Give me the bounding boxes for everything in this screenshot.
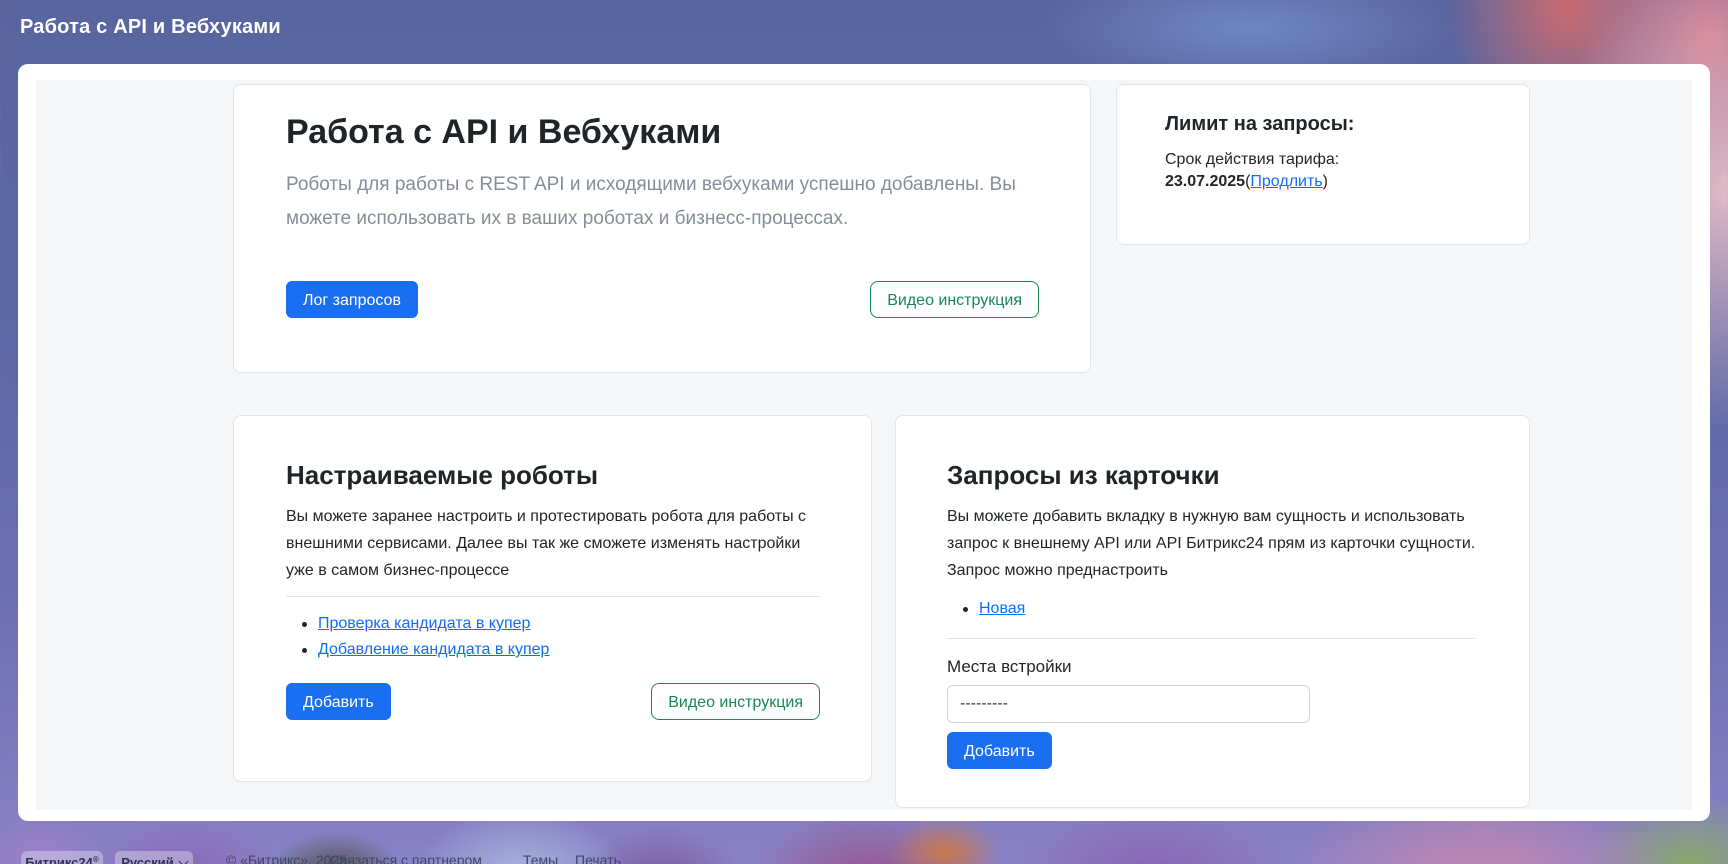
bullet-icon	[302, 648, 307, 653]
tariff-expiry-date: 23.07.2025	[1165, 173, 1245, 190]
embed-places-select-value: ---------	[960, 695, 1008, 712]
request-log-button[interactable]: Лог запросов	[286, 281, 418, 318]
paren-close: )	[1323, 173, 1328, 190]
hero-button-row: Лог запросов Видео инструкция	[286, 281, 1039, 318]
page-title: Работа с API и Вебхуками	[20, 16, 281, 39]
robots-button-row: Добавить Видео инструкция	[286, 683, 820, 720]
limit-card: Лимит на запросы: Срок действия тарифа: …	[1116, 84, 1530, 245]
bullet-icon	[963, 607, 968, 612]
themes-link[interactable]: Темы	[523, 852, 558, 864]
robots-description: Вы можете заранее настроить и протестиро…	[286, 503, 820, 584]
limit-card-title: Лимит на запросы:	[1165, 113, 1499, 136]
copyright-text: © «Битрикс», 2025	[226, 852, 347, 864]
registered-mark: ®	[93, 855, 99, 864]
bullet-icon	[302, 622, 307, 627]
robots-add-button[interactable]: Добавить	[286, 683, 391, 720]
robot-link-check-candidate[interactable]: Проверка кандидата в купер	[318, 615, 530, 633]
video-instruction-button[interactable]: Видео инструкция	[870, 281, 1039, 318]
requests-add-button[interactable]: Добавить	[947, 732, 1052, 769]
language-label: Русский	[121, 855, 174, 864]
robots-card: Настраиваемые роботы Вы можете заранее н…	[233, 415, 872, 782]
request-link-new[interactable]: Новая	[979, 600, 1025, 618]
robots-description-line: внешними сервисами. Далее вы так же смож…	[286, 530, 820, 557]
hero-description-line: можете использовать их в ваших роботах и…	[286, 202, 1038, 236]
list-item: Добавление кандидата в купер	[286, 637, 820, 663]
embed-places-select[interactable]: ---------	[947, 685, 1310, 723]
requests-description: Вы можете добавить вкладку в нужную вам …	[947, 503, 1475, 584]
video-instruction-button[interactable]: Видео инструкция	[651, 683, 820, 720]
contact-partner-link[interactable]: Связаться с партнером	[330, 852, 482, 864]
extend-tariff-link[interactable]: Продлить	[1250, 173, 1322, 190]
requests-description-line: Вы можете добавить вкладку в нужную вам …	[947, 503, 1475, 530]
requests-divider	[947, 638, 1475, 639]
language-selector[interactable]: Русский	[115, 851, 193, 864]
requests-description-line: Запрос можно преднастроить	[947, 557, 1475, 584]
embed-places-label: Места встройки	[947, 657, 1475, 677]
bitrix24-brand-label: Битрикс24	[25, 855, 93, 864]
list-item: Проверка кандидата в купер	[286, 611, 820, 637]
requests-description-line: запрос к внешнему API или API Битрикс24 …	[947, 530, 1475, 557]
hero-title: Работа с API и Вебхуками	[286, 113, 1038, 152]
hero-description: Роботы для работы с REST API и исходящим…	[286, 168, 1038, 236]
robots-link-list: Проверка кандидата в купер Добавление ка…	[286, 611, 820, 663]
print-link[interactable]: Печать	[575, 852, 621, 864]
robots-description-line: уже в самом бизнес-процессе	[286, 557, 820, 584]
requests-link-list: Новая	[947, 596, 1475, 622]
robots-card-title: Настраиваемые роботы	[286, 460, 820, 491]
tariff-label: Срок действия тарифа:	[1165, 149, 1499, 171]
list-item: Новая	[947, 596, 1475, 622]
bitrix24-brand-button[interactable]: Битрикс24®	[21, 851, 103, 864]
hero-card: Работа с API и Вебхуками Роботы для рабо…	[233, 84, 1091, 373]
robot-link-add-candidate[interactable]: Добавление кандидата в купер	[318, 641, 549, 659]
robots-description-line: Вы можете заранее настроить и протестиро…	[286, 503, 820, 530]
requests-card-title: Запросы из карточки	[947, 460, 1475, 491]
requests-card: Запросы из карточки Вы можете добавить в…	[895, 415, 1530, 808]
hero-description-line: Роботы для работы с REST API и исходящим…	[286, 168, 1038, 202]
robots-divider	[286, 596, 820, 597]
chevron-down-icon	[178, 857, 188, 864]
